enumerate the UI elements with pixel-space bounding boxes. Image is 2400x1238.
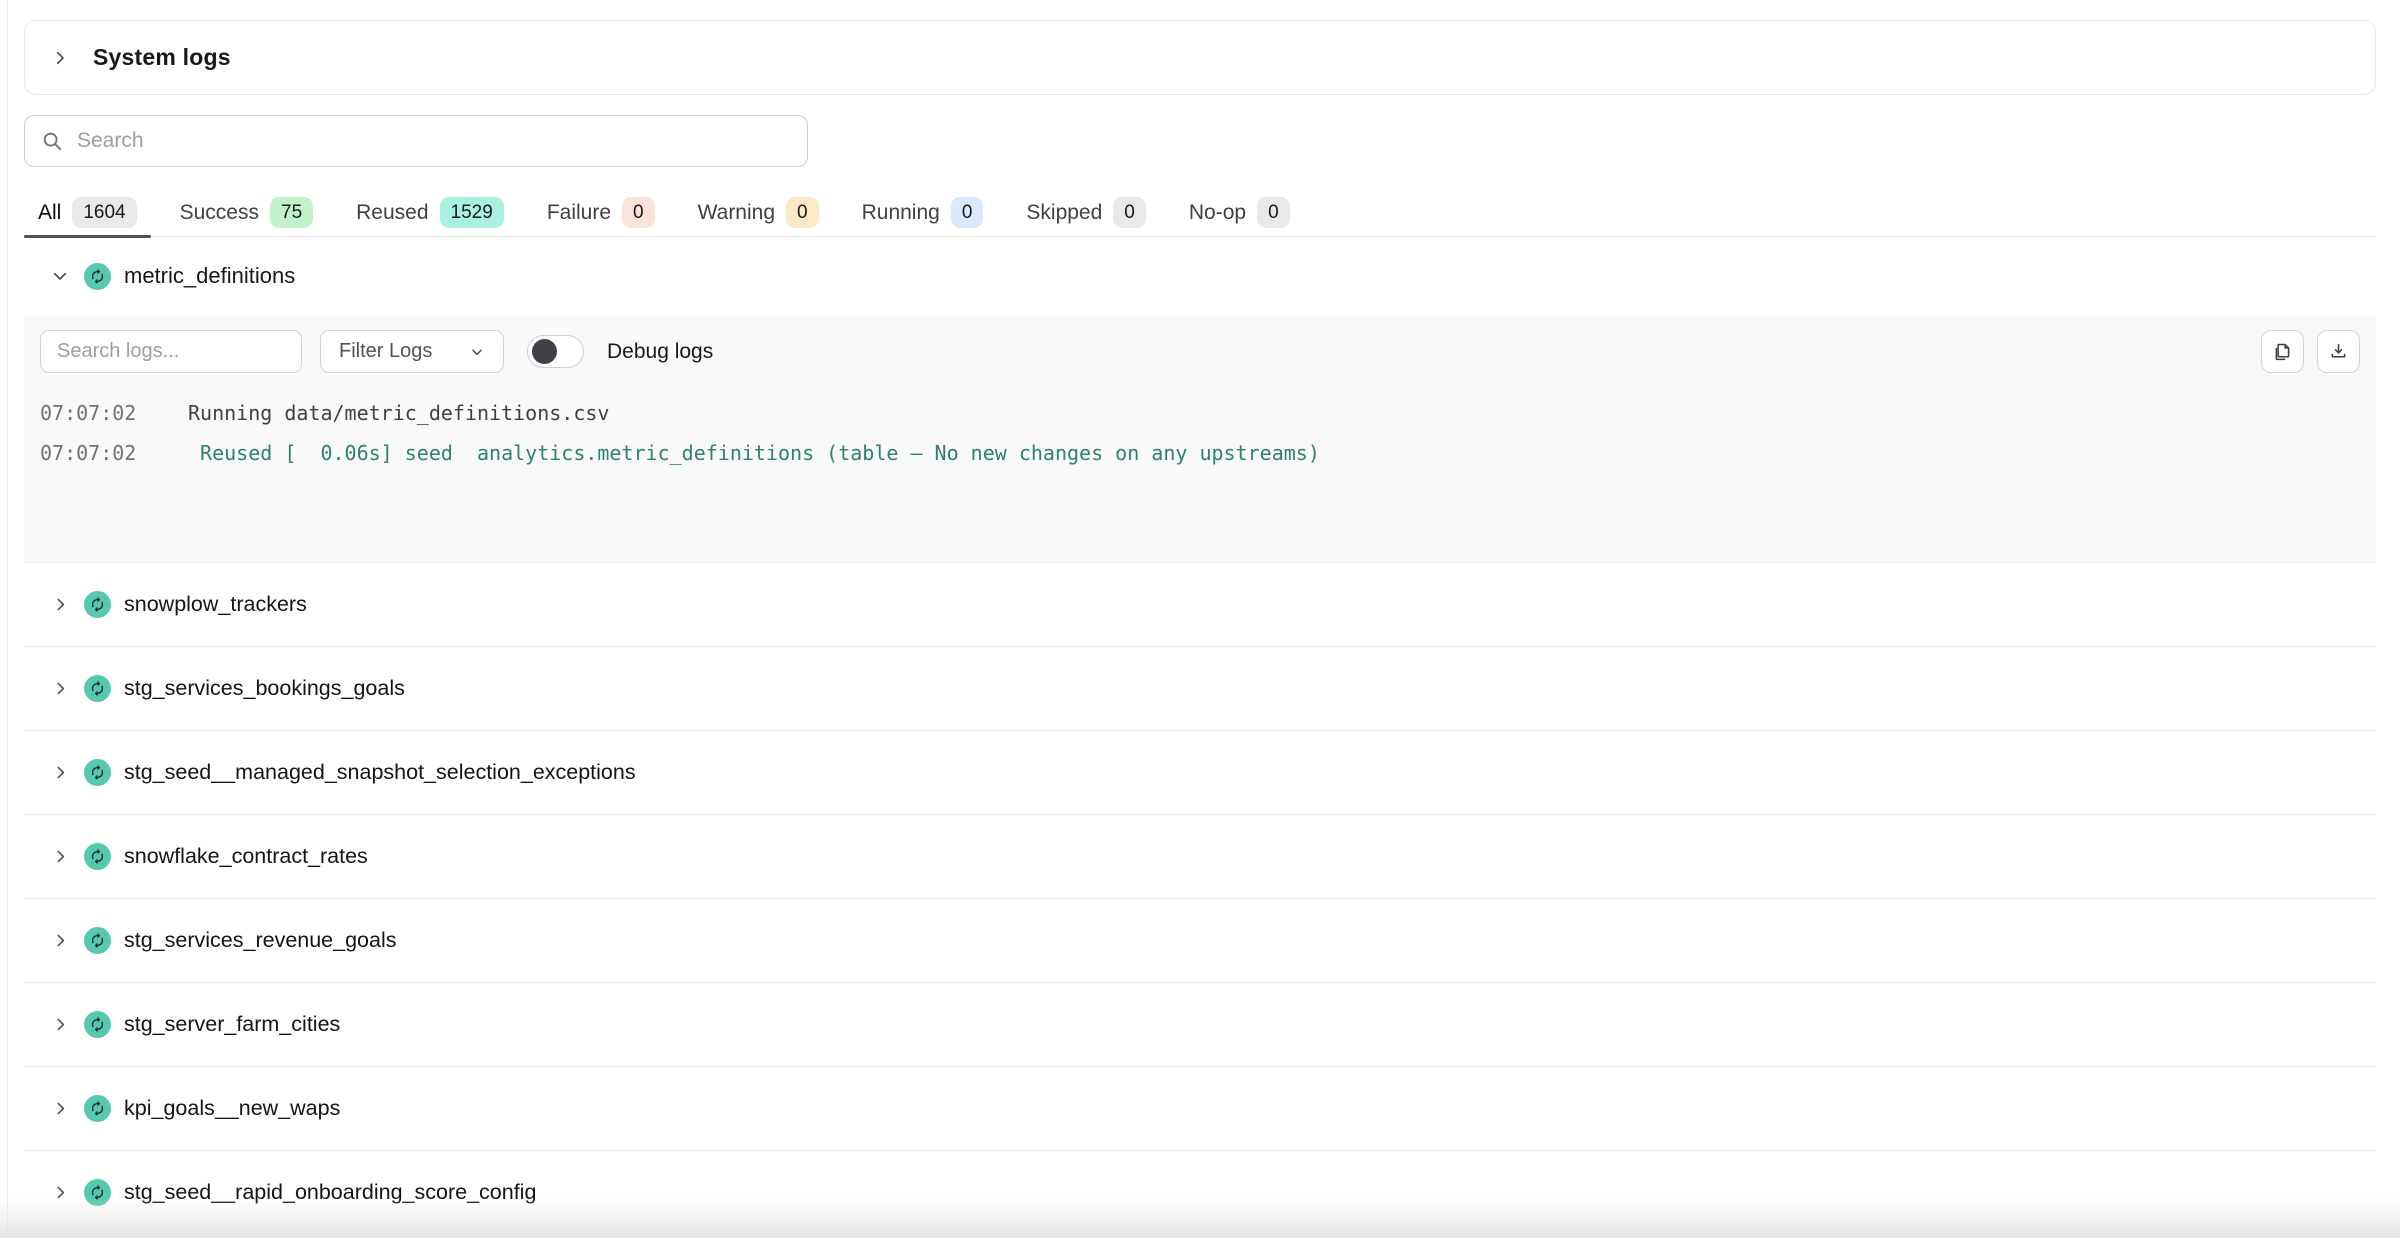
filter-logs-select[interactable]: Filter Logs: [320, 330, 504, 373]
chevron-right-icon[interactable]: [49, 762, 71, 784]
log-search-input[interactable]: [40, 330, 302, 373]
reused-status-icon: [84, 1179, 111, 1206]
reused-status-icon: [84, 675, 111, 702]
tab-count-badge: 0: [1257, 197, 1290, 229]
tab-label: Running: [862, 201, 940, 225]
log-item-row[interactable]: snowflake_contract_rates: [24, 815, 2376, 899]
status-tab[interactable]: Success 75: [166, 189, 328, 237]
reused-status-icon: [84, 759, 111, 786]
log-timestamp: 07:07:02: [40, 433, 140, 473]
reused-status-icon: [84, 1095, 111, 1122]
log-item-row[interactable]: stg_seed__rapid_onboarding_score_config: [24, 1151, 2376, 1235]
log-panel: Filter Logs Debug logs: [24, 315, 2376, 563]
system-logs-header[interactable]: System logs: [24, 20, 2376, 95]
debug-logs-toggle[interactable]: [527, 335, 584, 368]
log-message: Reused [ 0.06s] seed analytics.metric_de…: [188, 433, 1320, 473]
chevron-down-icon: [469, 344, 485, 360]
reused-status-icon: [84, 591, 111, 618]
window-edge-divider: [7, 0, 8, 1238]
tab-label: All: [38, 201, 61, 225]
tab-count-badge: 0: [1113, 197, 1146, 229]
chevron-right-icon[interactable]: [49, 1182, 71, 1204]
tab-label: Failure: [547, 201, 611, 225]
system-logs-title: System logs: [93, 44, 231, 71]
log-line: 07:07:02 Running data/metric_definitions…: [40, 393, 2360, 433]
log-item-expanded-header[interactable]: metric_definitions: [24, 237, 2376, 315]
status-tab[interactable]: Reused 1529: [342, 189, 518, 237]
tab-label: Warning: [698, 201, 775, 225]
reused-status-icon: [84, 843, 111, 870]
tab-count-badge: 75: [270, 197, 313, 229]
tab-count-badge: 0: [951, 197, 984, 229]
reused-status-icon: [84, 263, 111, 290]
log-item-name: snowplow_trackers: [124, 592, 307, 617]
search-icon: [41, 130, 63, 152]
log-item-row[interactable]: stg_services_revenue_goals: [24, 899, 2376, 983]
log-item-name: snowflake_contract_rates: [124, 844, 368, 869]
tab-label: Skipped: [1026, 201, 1102, 225]
status-tab[interactable]: Running 0: [848, 189, 998, 237]
status-tabs: All 1604 Success 75 Reused 1529 Failure …: [24, 189, 2376, 237]
status-tab[interactable]: Warning 0: [684, 189, 833, 237]
log-item-name: stg_services_revenue_goals: [124, 928, 397, 953]
tab-label: No-op: [1189, 201, 1246, 225]
log-item-row[interactable]: kpi_goals__new_waps: [24, 1067, 2376, 1151]
status-tab[interactable]: No-op 0: [1175, 189, 1304, 237]
copy-icon: [2272, 341, 2293, 362]
search-box: [24, 115, 808, 167]
toggle-knob: [532, 339, 557, 364]
log-item-row[interactable]: snowplow_trackers: [24, 563, 2376, 647]
tab-count-badge: 0: [786, 197, 819, 229]
log-item-name: stg_seed__managed_snapshot_selection_exc…: [124, 760, 636, 785]
log-timestamp: 07:07:02: [40, 393, 140, 433]
log-line: 07:07:02 Reused [ 0.06s] seed analytics.…: [40, 433, 2360, 473]
copy-logs-button[interactable]: [2261, 330, 2304, 373]
system-logs-page: System logs All 1604 Success 75: [0, 0, 2400, 1238]
chevron-down-icon[interactable]: [49, 265, 71, 287]
log-lines: 07:07:02 Running data/metric_definitions…: [40, 393, 2360, 473]
tab-count-badge: 1604: [72, 197, 136, 229]
status-tab[interactable]: Failure 0: [533, 189, 669, 237]
log-item-row[interactable]: stg_services_bookings_goals: [24, 647, 2376, 731]
search-input[interactable]: [77, 129, 791, 153]
log-item-name: stg_seed__rapid_onboarding_score_config: [124, 1180, 536, 1205]
log-item-list: snowplow_trackers stg_services_bookings_…: [24, 563, 2376, 1235]
chevron-right-icon[interactable]: [49, 1014, 71, 1036]
status-tab[interactable]: Skipped 0: [1012, 189, 1159, 237]
status-tab[interactable]: All 1604: [24, 189, 151, 237]
tab-label: Success: [180, 201, 259, 225]
chevron-right-icon[interactable]: [49, 930, 71, 952]
reused-status-icon: [84, 927, 111, 954]
log-item-name: kpi_goals__new_waps: [124, 1096, 340, 1121]
log-item-row[interactable]: stg_server_farm_cities: [24, 983, 2376, 1067]
log-panel-actions: [2261, 330, 2360, 373]
log-item-name: stg_services_bookings_goals: [124, 676, 405, 701]
tab-count-badge: 0: [622, 197, 655, 229]
chevron-right-icon: [49, 47, 71, 69]
debug-logs-label: Debug logs: [607, 340, 713, 364]
reused-status-icon: [84, 1011, 111, 1038]
tab-count-badge: 1529: [440, 197, 504, 229]
chevron-right-icon[interactable]: [49, 678, 71, 700]
expanded-item-name: metric_definitions: [124, 263, 295, 289]
log-message: Running data/metric_definitions.csv: [188, 393, 609, 433]
tab-label: Reused: [356, 201, 428, 225]
log-item-row[interactable]: stg_seed__managed_snapshot_selection_exc…: [24, 731, 2376, 815]
chevron-right-icon[interactable]: [49, 846, 71, 868]
download-logs-button[interactable]: [2317, 330, 2360, 373]
chevron-right-icon[interactable]: [49, 594, 71, 616]
log-item-name: stg_server_farm_cities: [124, 1012, 340, 1037]
log-toolbar: Filter Logs Debug logs: [40, 330, 2360, 373]
filter-logs-label: Filter Logs: [339, 340, 432, 363]
chevron-right-icon[interactable]: [49, 1098, 71, 1120]
download-icon: [2328, 341, 2349, 362]
